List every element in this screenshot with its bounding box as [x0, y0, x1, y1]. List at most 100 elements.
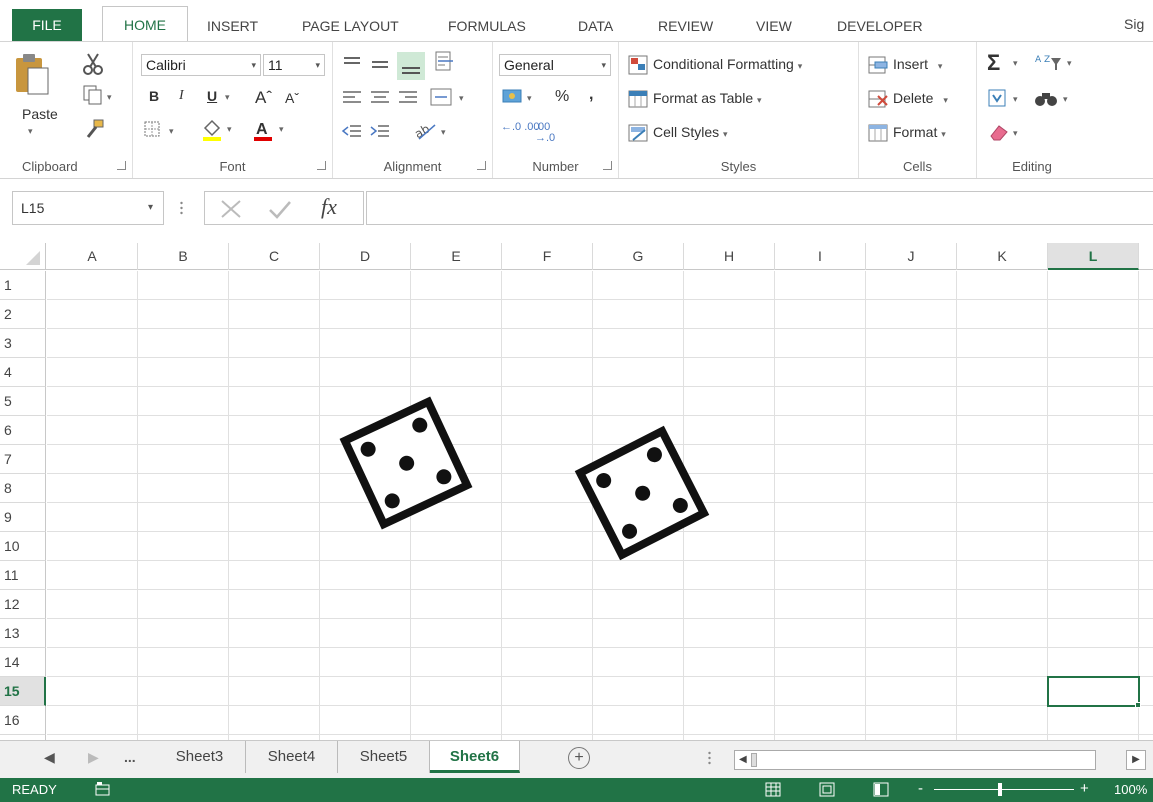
increase-decimal-button[interactable]: ←.0 .00: [501, 122, 540, 133]
fill-color-button[interactable]: ▾: [201, 118, 241, 145]
column-header-e[interactable]: E: [411, 243, 502, 270]
row-header-8[interactable]: 8: [0, 474, 46, 503]
normal-view-icon[interactable]: [764, 781, 782, 801]
sign-in-link[interactable]: Sig: [1124, 8, 1144, 40]
row-header-13[interactable]: 13: [0, 619, 46, 648]
bold-button[interactable]: B: [149, 88, 159, 104]
wrap-text-button[interactable]: [433, 50, 457, 77]
tab-page-layout[interactable]: PAGE LAYOUT: [302, 10, 399, 42]
merge-center-button[interactable]: ▾: [429, 86, 473, 111]
sort-filter-button[interactable]: A Z ▾: [1033, 52, 1077, 79]
font-size-select[interactable]: 11 ▾: [263, 54, 325, 76]
insert-function-icon[interactable]: fx: [321, 194, 337, 220]
sheet-tab-sheet4[interactable]: Sheet4: [246, 741, 338, 773]
zoom-slider[interactable]: [934, 789, 1074, 790]
conditional-formatting-button[interactable]: Conditional Formatting ▾: [653, 56, 802, 72]
enter-icon[interactable]: [267, 198, 293, 223]
tab-data[interactable]: DATA: [578, 10, 613, 42]
decrease-font-size-button[interactable]: Aˇ: [285, 90, 299, 106]
zoom-slider-thumb[interactable]: [998, 783, 1002, 796]
format-as-table-button[interactable]: Format as Table ▾: [653, 90, 762, 106]
tab-home[interactable]: HOME: [102, 6, 188, 42]
autosum-button[interactable]: Σ: [987, 50, 1000, 76]
row-header-14[interactable]: 14: [0, 648, 46, 677]
column-header-f[interactable]: F: [502, 243, 593, 270]
clipboard-launcher-icon[interactable]: [117, 161, 126, 170]
sheet-tab-sheet5[interactable]: Sheet5: [338, 741, 430, 773]
formula-bar-resize-handle[interactable]: [180, 201, 183, 215]
horizontal-scrollbar[interactable]: ◀: [734, 750, 1096, 770]
increase-indent-button[interactable]: [369, 122, 391, 145]
row-header-6[interactable]: 6: [0, 416, 46, 445]
align-top-button[interactable]: [341, 54, 363, 77]
orientation-button[interactable]: ab ▾: [412, 120, 453, 145]
column-header-h[interactable]: H: [684, 243, 775, 270]
row-header-15[interactable]: 15: [0, 677, 46, 706]
tab-splitter-handle[interactable]: [708, 751, 711, 768]
row-header-12[interactable]: 12: [0, 590, 46, 619]
italic-button[interactable]: I: [179, 88, 184, 104]
number-format-select[interactable]: General ▾: [499, 54, 611, 76]
tab-insert[interactable]: INSERT: [207, 10, 258, 42]
macro-recording-icon[interactable]: [94, 781, 112, 800]
autosum-dropdown-icon[interactable]: ▾: [1013, 58, 1018, 69]
page-break-view-icon[interactable]: [872, 781, 890, 801]
number-launcher-icon[interactable]: [603, 161, 612, 170]
active-cell[interactable]: [1047, 676, 1140, 707]
row-header-11[interactable]: 11: [0, 561, 46, 590]
row-header-9[interactable]: 9: [0, 503, 46, 532]
format-painter-button[interactable]: [84, 118, 106, 143]
row-header-16[interactable]: 16: [0, 706, 46, 735]
comma-button[interactable]: ,: [589, 86, 593, 104]
borders-button[interactable]: ▾: [143, 120, 183, 143]
column-header-j[interactable]: J: [866, 243, 957, 270]
paste-button[interactable]: [12, 52, 52, 107]
column-header-b[interactable]: B: [138, 243, 229, 270]
align-left-button[interactable]: [341, 88, 363, 111]
align-bottom-button[interactable]: [397, 52, 425, 80]
accounting-format-button[interactable]: ▾: [501, 86, 541, 111]
clear-button[interactable]: ▾: [987, 122, 1027, 147]
align-center-button[interactable]: [369, 88, 391, 111]
select-all-button[interactable]: [0, 243, 46, 270]
tab-file[interactable]: FILE: [12, 9, 82, 42]
zoom-out-icon[interactable]: -: [918, 780, 923, 797]
column-header-g[interactable]: G: [593, 243, 684, 270]
scroll-tabs-left-icon[interactable]: ◀: [44, 749, 55, 766]
add-sheet-icon[interactable]: +: [568, 747, 590, 769]
tab-view[interactable]: VIEW: [756, 10, 792, 42]
column-header-l[interactable]: L: [1048, 243, 1139, 270]
decrease-indent-button[interactable]: [341, 122, 363, 145]
column-header-c[interactable]: C: [229, 243, 320, 270]
find-select-button[interactable]: ▾: [1033, 88, 1073, 113]
cut-button[interactable]: [82, 52, 104, 79]
row-header-10[interactable]: 10: [0, 532, 46, 561]
paste-label[interactable]: Paste: [22, 106, 58, 122]
font-launcher-icon[interactable]: [317, 161, 326, 170]
increase-font-size-button[interactable]: Aˆ: [255, 88, 272, 108]
copy-button[interactable]: ▾: [82, 84, 116, 109]
column-header-k[interactable]: K: [957, 243, 1048, 270]
name-box[interactable]: L15 ▾: [12, 191, 164, 225]
sheet-tab-sheet3[interactable]: Sheet3: [154, 741, 246, 773]
font-color-button[interactable]: A ▾: [253, 118, 293, 145]
zoom-in-icon[interactable]: +: [1080, 780, 1089, 797]
scrollbar-thumb[interactable]: [751, 753, 757, 767]
sheet-tab-sheet6[interactable]: Sheet6: [430, 741, 520, 773]
cell-styles-button[interactable]: Cell Styles ▾: [653, 124, 728, 140]
fill-button[interactable]: ▾: [987, 88, 1027, 113]
delete-cells-button[interactable]: Delete ▾: [893, 90, 948, 106]
insert-cells-button[interactable]: Insert ▾: [893, 56, 942, 72]
percent-button[interactable]: %: [555, 88, 569, 106]
font-family-select[interactable]: Calibri ▾: [141, 54, 261, 76]
tab-review[interactable]: REVIEW: [658, 10, 713, 42]
alignment-launcher-icon[interactable]: [477, 161, 486, 170]
zoom-percentage[interactable]: 100%: [1114, 782, 1147, 797]
row-header-2[interactable]: 2: [0, 300, 46, 329]
format-cells-button[interactable]: Format ▾: [893, 124, 946, 140]
scroll-tabs-right-icon[interactable]: ▶: [88, 749, 99, 766]
scroll-right-icon[interactable]: ▶: [1126, 750, 1146, 770]
fill-handle[interactable]: [1135, 702, 1141, 708]
cancel-icon[interactable]: [219, 198, 243, 223]
align-right-button[interactable]: [397, 88, 419, 111]
